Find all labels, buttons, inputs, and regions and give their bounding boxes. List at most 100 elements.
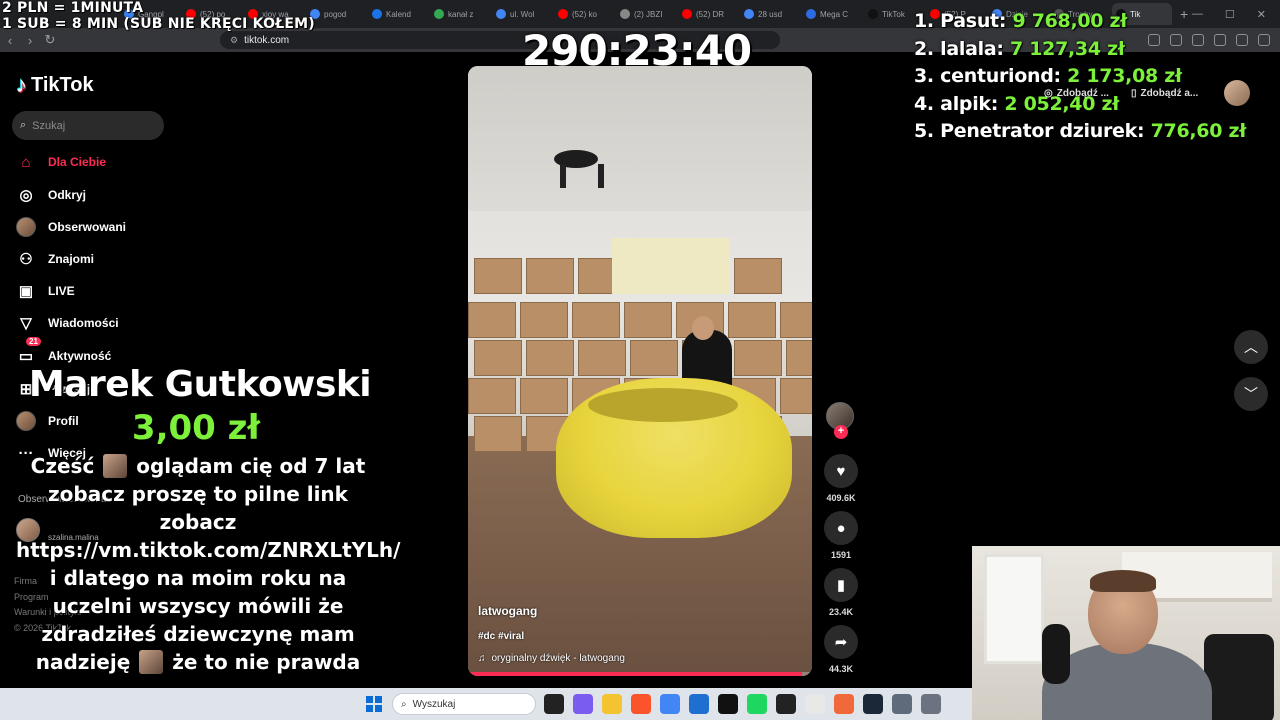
user-avatar[interactable] (1224, 80, 1251, 106)
comment-icon[interactable]: ● (824, 511, 858, 545)
steam-icon[interactable] (863, 694, 883, 714)
file-explorer-icon[interactable] (602, 694, 622, 714)
follow-plus-icon[interactable]: + (834, 425, 848, 439)
leaderboard-rank: 1. (914, 10, 934, 32)
next-video-button[interactable]: ﹀ (1234, 377, 1268, 411)
video-hashtags[interactable]: #dc #viral (478, 631, 524, 642)
leaderboard-amount: 9 768,00 zł (1012, 10, 1128, 32)
taskbar-search-placeholder: Wyszukaj (412, 698, 456, 710)
tab-favicon-icon (620, 9, 630, 19)
video-frame-cardboard-box (734, 340, 782, 376)
donation-message: Cześć oglądam cię od 7 lat zobacz proszę… (16, 452, 400, 676)
send-icon: ▽ (20, 315, 32, 332)
video-frame-cardboard-box (624, 302, 672, 338)
copilot-icon[interactable] (573, 694, 593, 714)
tab-favicon-icon (558, 9, 568, 19)
video-sound[interactable]: ♫ oryginalny dźwięk - latwogang (478, 653, 625, 664)
search-input[interactable]: ⌕ Szukaj (12, 111, 164, 140)
tab-label: (2) JBZI (634, 9, 663, 19)
sidebar-item-live[interactable]: ▣ LIVE (16, 281, 75, 301)
sidebar-item-wiadomo-ci[interactable]: ▽ Wiadomości (16, 313, 118, 333)
sidebar-item-obserwowani[interactable]: Obserwowani (16, 217, 126, 237)
like-action[interactable]: ♥ 409.6K (822, 454, 860, 503)
spotify-icon[interactable] (747, 694, 767, 714)
video-frame-lamp (554, 150, 604, 188)
tiktok-header-buttons: ◎ Zdobądź ... ▯ Zdobądź a... (1044, 80, 1251, 106)
video-sound-label: oryginalny dźwięk - latwogang (491, 653, 625, 664)
reload-icon[interactable]: ↻ (40, 32, 60, 48)
brave-icon[interactable] (631, 694, 651, 714)
brave-browser-icon[interactable] (834, 694, 854, 714)
browser-tab[interactable]: (2) JBZI (616, 3, 676, 25)
app-icon[interactable] (718, 694, 738, 714)
browser-tab[interactable]: Mega C (802, 3, 862, 25)
menu-icon[interactable] (1258, 34, 1270, 46)
rate-info-line-2: 1 SUB = 8 MIN (SUB NIE KRĘCI KOŁEM) (2, 16, 315, 32)
browser-tab[interactable]: Kalend (368, 3, 428, 25)
tab-label: kanał z (448, 9, 474, 19)
browser-tab[interactable]: ul. Wol (492, 3, 552, 25)
leaderboard-entry: 2. lalala: 7 127,34 zł (914, 36, 1246, 64)
browser-tab[interactable]: (52) DR (678, 3, 738, 25)
video-username[interactable]: latwogang (478, 604, 537, 618)
back-icon[interactable]: ‹ (0, 33, 20, 48)
sidebar-item-label: Dla Ciebie (48, 155, 107, 169)
share-action[interactable]: ➦ 44.3K (822, 625, 860, 674)
comment-action[interactable]: ● 1591 (822, 511, 860, 560)
friends-icon: ⚇ (19, 251, 33, 268)
comment-count: 1591 (830, 550, 852, 560)
video-progress-bar[interactable] (468, 672, 812, 676)
browser-tab[interactable]: 28 usd (740, 3, 800, 25)
phone-icon: ▯ (1130, 87, 1137, 99)
leaderboard-rank: 5. (914, 120, 934, 142)
video-frame-cardboard-box (630, 340, 678, 376)
calculator-icon[interactable] (921, 694, 941, 714)
app-icon[interactable] (805, 694, 825, 714)
browser-tab[interactable]: kanał z (430, 3, 490, 25)
sidebar-item-label: Odkryj (48, 188, 87, 202)
video-frame-cardboard-box (468, 302, 516, 338)
face-emote-icon (103, 454, 128, 478)
share-arrow-icon[interactable]: ➦ (824, 625, 858, 659)
video-player[interactable]: latwogang #dc #viral ♫ oryginalny dźwięk… (468, 66, 812, 676)
get-app-button[interactable]: ▯ Zdobądź a... (1131, 88, 1198, 99)
app-icon[interactable] (776, 694, 796, 714)
leaderboard-entry: 5. Penetrator dziurek: 776,60 zł (914, 118, 1246, 146)
sidebar-item-aktywno-[interactable]: ▭ 21 Aktywność (16, 337, 112, 366)
sidebar-item-dla-ciebie[interactable]: ⌂ Dla Ciebie (16, 152, 106, 172)
leaderboard-name: Penetrator dziurek: (940, 120, 1145, 142)
video-frame-cardboard-box (786, 340, 812, 376)
taskbar-search-input[interactable]: ⌕ Wyszukaj (392, 693, 536, 715)
chrome-icon[interactable] (660, 694, 680, 714)
heart-icon[interactable]: ♥ (824, 454, 858, 488)
tiktok-logo-text: TikTok (31, 73, 94, 96)
site-info-icon[interactable]: ⚙ (230, 35, 238, 46)
search-icon: ⌕ (20, 119, 27, 131)
sidebar-item-odkryj[interactable]: ◎ Odkryj (16, 185, 86, 205)
home-icon: ⌂ (21, 153, 31, 171)
sidebar-item-label: Znajomi (48, 252, 95, 266)
video-frame-cardboard-box (474, 340, 522, 376)
video-frame-cardboard-box (780, 302, 812, 338)
tiktok-logo[interactable]: ♪ TikTok (16, 72, 94, 98)
bookmark-save-icon[interactable]: ▮ (824, 568, 858, 602)
close-window-icon[interactable]: ✕ (1257, 8, 1266, 21)
sidebar-item-znajomi[interactable]: ⚇ Znajomi (16, 249, 94, 269)
forward-icon[interactable]: › (20, 33, 40, 48)
settings-icon[interactable] (892, 694, 912, 714)
chevron-down-icon: ﹀ (1244, 386, 1258, 402)
get-coins-button[interactable]: ◎ Zdobądź ... (1044, 88, 1109, 99)
windows-start-icon[interactable] (366, 696, 382, 712)
browser-tab[interactable]: (52) ko (554, 3, 614, 25)
donation-message-middle: oglądam cię od 7 lat zobacz proszę to pi… (16, 454, 401, 674)
previous-video-button[interactable]: ︿ (1234, 330, 1268, 364)
browser-tab[interactable]: pogod (306, 3, 366, 25)
task-view-icon[interactable] (544, 694, 564, 714)
donation-message-start: Cześć (30, 454, 95, 478)
store-icon[interactable] (689, 694, 709, 714)
url-text: tiktok.com (244, 34, 290, 46)
tab-favicon-icon (682, 9, 692, 19)
sidebar-item-label: Aktywność (48, 349, 112, 363)
tab-favicon-icon (434, 9, 444, 19)
save-action[interactable]: ▮ 23.4K (822, 568, 860, 617)
